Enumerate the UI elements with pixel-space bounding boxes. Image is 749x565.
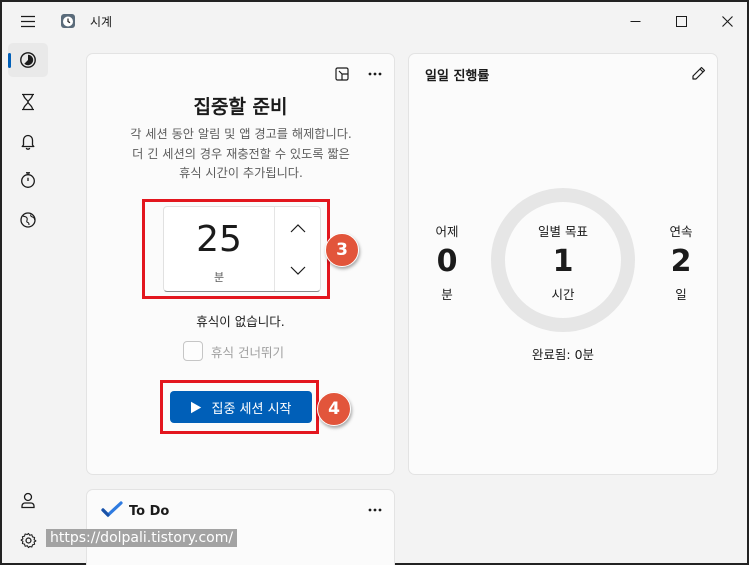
skip-break-option: 휴식 건너뛰기	[183, 341, 284, 361]
focus-description-line3: 휴식 시간이 추가됩니다.	[179, 166, 303, 180]
gear-icon	[20, 532, 36, 548]
minimize-button[interactable]	[612, 2, 658, 40]
focus-description: 각 세션 동안 알림 및 앱 경고를 해제합니다. 더 긴 세션의 경우 재충전…	[101, 125, 381, 184]
clock-app-icon	[61, 14, 75, 28]
break-status-text: 휴식이 없습니다.	[196, 314, 285, 329]
hourglass-icon	[22, 93, 34, 111]
focus-title: 집중할 준비	[193, 96, 288, 118]
nav-item-stopwatch[interactable]	[8, 163, 48, 197]
nav-active-indicator	[8, 53, 11, 68]
maximize-icon	[675, 15, 687, 27]
todo-title: To Do	[129, 504, 170, 519]
streak-label: 연속	[669, 224, 693, 239]
globe-icon	[20, 212, 36, 228]
daily-progress-card: 일일 진행률 어제 0 분 일별 목표 1 시간 연속 2 일 완료됨: 0분	[408, 53, 718, 475]
more-horizontal-icon	[368, 508, 382, 512]
daily-goal-value: 1	[552, 244, 574, 279]
pencil-icon	[691, 66, 705, 80]
yesterday-value: 0	[436, 244, 458, 279]
daily-goal-label: 일별 목표	[538, 224, 588, 239]
close-icon	[721, 15, 733, 27]
hamburger-menu-button[interactable]	[10, 4, 46, 38]
annotation-highlight-stepper	[142, 199, 330, 299]
focus-description-line2: 더 긴 세션의 경우 재충전할 수 있도록 짧은	[132, 146, 350, 161]
daily-goal-unit: 시간	[551, 287, 575, 302]
stopwatch-icon	[21, 172, 35, 188]
person-icon	[21, 492, 35, 509]
streak-unit: 일	[675, 287, 687, 302]
streak-stat: 연속 2 일	[655, 221, 707, 303]
more-horizontal-icon	[368, 72, 382, 76]
yesterday-stat: 어제 0 분	[421, 221, 473, 303]
todo-card: To Do	[86, 489, 395, 565]
compact-view-button[interactable]	[329, 63, 355, 85]
focus-icon	[20, 52, 36, 68]
watermark-url: https://dolpali.tistory.com/	[46, 529, 238, 547]
nav-item-account[interactable]	[8, 483, 48, 517]
nav-item-focus-sessions[interactable]	[8, 43, 48, 77]
skip-break-label: 휴식 건너뛰기	[211, 344, 284, 360]
nav-item-alarm[interactable]	[8, 124, 48, 158]
app-title: 시계	[90, 15, 113, 29]
skip-break-checkbox[interactable]	[183, 341, 203, 361]
todo-more-options-button[interactable]	[362, 499, 388, 521]
close-button[interactable]	[704, 2, 749, 40]
nav-item-timer[interactable]	[8, 85, 48, 119]
maximize-button[interactable]	[658, 2, 704, 40]
daily-goal-stat: 일별 목표 1 시간	[513, 221, 613, 303]
streak-value: 2	[670, 244, 692, 279]
annotation-highlight-start	[160, 380, 319, 434]
completed-today-text: 완료됨: 0분	[531, 347, 595, 362]
edit-goal-button[interactable]	[685, 62, 711, 84]
bell-icon	[21, 134, 35, 150]
yesterday-unit: 분	[441, 287, 453, 302]
nav-item-world-clock[interactable]	[8, 203, 48, 237]
yesterday-label: 어제	[435, 224, 459, 239]
minimize-icon	[630, 20, 640, 22]
focus-more-options-button[interactable]	[362, 63, 388, 85]
todo-checkmark-icon	[101, 501, 123, 518]
annotation-badge-4: 4	[317, 392, 351, 426]
annotation-badge-3: 3	[325, 233, 359, 267]
focus-description-line1: 각 세션 동안 알림 및 앱 경고를 해제합니다.	[130, 127, 352, 141]
nav-item-settings[interactable]	[8, 523, 48, 557]
compact-overlay-icon	[335, 67, 349, 81]
clock-app-window: 시계 집중할 준비 각 세션 동안 알림 및 앱 경고를 해제합니다. 더 긴 …	[0, 0, 749, 565]
hamburger-icon	[21, 15, 35, 27]
title-bar: 시계	[2, 2, 747, 40]
daily-progress-title: 일일 진행률	[425, 69, 490, 84]
